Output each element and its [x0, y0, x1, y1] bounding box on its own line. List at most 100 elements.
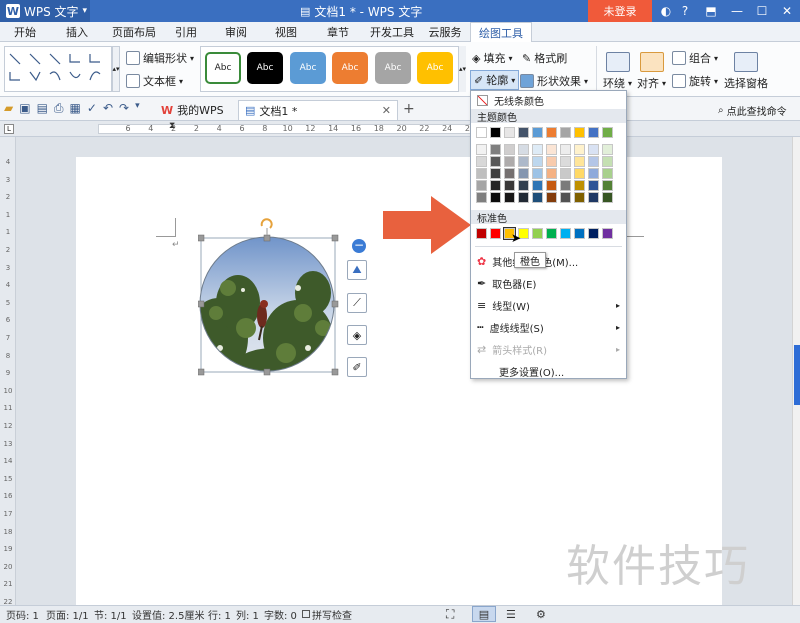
- tab-page-layout[interactable]: 页面布局: [104, 22, 164, 42]
- style-swatch-orange[interactable]: Abc: [332, 52, 368, 84]
- theme-color-swatch[interactable]: [602, 127, 613, 138]
- theme-color-swatch[interactable]: [588, 127, 599, 138]
- menu-item-line-style[interactable]: ≡ 线型(W) ▸: [471, 294, 626, 316]
- theme-color-swatch[interactable]: [518, 127, 529, 138]
- theme-color-swatch[interactable]: [518, 144, 529, 155]
- theme-color-swatch[interactable]: [518, 168, 529, 179]
- page-view-icon[interactable]: ▤: [472, 606, 496, 622]
- style-swatch-black[interactable]: Abc: [247, 52, 283, 84]
- theme-color-swatch[interactable]: [560, 168, 571, 179]
- theme-color-swatch[interactable]: [504, 180, 515, 191]
- theme-color-swatch[interactable]: [602, 168, 613, 179]
- theme-color-swatch[interactable]: [504, 156, 515, 167]
- outline-button[interactable]: ✐ 轮廓 ▾: [470, 70, 520, 90]
- tab-drawing-tools[interactable]: 绘图工具: [470, 22, 532, 42]
- group-button[interactable]: 组合 ▾: [672, 50, 718, 66]
- selected-picture-shape[interactable]: [198, 218, 348, 378]
- standard-color-swatch[interactable]: [476, 228, 487, 239]
- theme-color-swatch[interactable]: [504, 168, 515, 179]
- theme-color-swatch[interactable]: [518, 192, 529, 203]
- theme-color-swatch[interactable]: [560, 180, 571, 191]
- wrap-button[interactable]: 环绕 ▾: [603, 52, 632, 91]
- line-shapes-gallery[interactable]: [4, 46, 112, 92]
- theme-color-swatch[interactable]: [574, 144, 585, 155]
- theme-color-swatch[interactable]: [574, 168, 585, 179]
- theme-color-swatch[interactable]: [588, 192, 599, 203]
- web-view-icon[interactable]: ⚙: [536, 606, 546, 622]
- standard-color-swatch[interactable]: [602, 228, 613, 239]
- save-icon[interactable]: ▣: [19, 101, 30, 116]
- tab-developer[interactable]: 开发工具: [364, 22, 420, 42]
- shape-effect-button[interactable]: 形状效果 ▾: [520, 73, 588, 89]
- theme-color-swatch[interactable]: [560, 127, 571, 138]
- collapse-toolbar-icon[interactable]: −: [352, 239, 366, 253]
- theme-color-swatch[interactable]: [574, 180, 585, 191]
- text-box-button[interactable]: 文本框 ▾: [126, 73, 183, 89]
- style-swatch-gold[interactable]: Abc: [417, 52, 453, 84]
- indent-marker[interactable]: ⧗: [169, 121, 175, 131]
- tab-insert[interactable]: 插入: [54, 22, 100, 42]
- standard-color-swatch[interactable]: [490, 228, 501, 239]
- layout-options-button[interactable]: ⛰: [347, 260, 367, 280]
- close-button[interactable]: ✕: [775, 0, 799, 22]
- theme-color-swatch[interactable]: [602, 156, 613, 167]
- tab-cloud[interactable]: 云服务: [422, 22, 468, 42]
- scroll-thumb[interactable]: [794, 345, 800, 405]
- menu-item-dash-style[interactable]: ┅ 虚线线型(S) ▸: [471, 316, 626, 338]
- theme-color-swatch[interactable]: [560, 192, 571, 203]
- theme-color-swatch[interactable]: [518, 180, 529, 191]
- gallery-scroll[interactable]: ▴▾: [112, 46, 120, 92]
- theme-color-swatch[interactable]: [588, 144, 599, 155]
- maximize-button[interactable]: ☐: [750, 0, 774, 22]
- spellcheck-toggle[interactable]: 拼写检查: [302, 606, 352, 622]
- theme-color-swatch[interactable]: [574, 156, 585, 167]
- theme-color-swatch[interactable]: [560, 144, 571, 155]
- help-button[interactable]: ?: [675, 0, 695, 22]
- fill-shortcut-button[interactable]: ◈: [347, 325, 367, 345]
- theme-color-swatch[interactable]: [490, 144, 501, 155]
- menu-item-no-line[interactable]: 无线条颜色: [471, 91, 626, 109]
- print-icon[interactable]: ⎙: [54, 101, 64, 116]
- theme-color-swatch[interactable]: [546, 168, 557, 179]
- theme-color-swatch[interactable]: [532, 144, 543, 155]
- customize-toolbar-icon[interactable]: ▾: [135, 101, 140, 116]
- spellcheck-icon[interactable]: ✓: [87, 101, 97, 116]
- theme-color-swatch[interactable]: [588, 156, 599, 167]
- theme-color-swatch[interactable]: [476, 168, 487, 179]
- theme-color-swatch[interactable]: [490, 180, 501, 191]
- minimize-button[interactable]: —: [725, 0, 749, 22]
- crop-button[interactable]: ⟋: [347, 293, 367, 313]
- theme-color-swatch[interactable]: [602, 192, 613, 203]
- theme-color-swatch[interactable]: [476, 180, 487, 191]
- theme-color-swatch[interactable]: [560, 156, 571, 167]
- export-pdf-icon[interactable]: ▤: [37, 101, 48, 116]
- theme-color-swatch[interactable]: [476, 144, 487, 155]
- login-button[interactable]: 未登录: [588, 0, 652, 22]
- open-folder-icon[interactable]: ▰: [4, 101, 13, 116]
- rotate-button[interactable]: 旋转 ▾: [672, 73, 718, 89]
- theme-color-swatch[interactable]: [546, 180, 557, 191]
- undo-icon[interactable]: ↶: [103, 101, 113, 116]
- outline-view-icon[interactable]: ☰: [506, 606, 516, 622]
- outline-shortcut-button[interactable]: ✐: [347, 357, 367, 377]
- style-swatch-blue[interactable]: Abc: [290, 52, 326, 84]
- app-menu-button[interactable]: W WPS 文字 ▾: [0, 0, 90, 22]
- theme-color-swatch[interactable]: [490, 156, 501, 167]
- theme-color-swatch[interactable]: [574, 192, 585, 203]
- style-gallery-scroll[interactable]: ▴▾: [458, 46, 466, 92]
- theme-color-swatch[interactable]: [588, 180, 599, 191]
- close-icon[interactable]: ✕: [382, 104, 391, 117]
- tab-home[interactable]: 开始: [2, 22, 48, 42]
- theme-color-swatch[interactable]: [490, 192, 501, 203]
- standard-color-swatch[interactable]: [574, 228, 585, 239]
- theme-color-swatch[interactable]: [602, 180, 613, 191]
- menu-item-more-colors[interactable]: ✿ 其他线条颜色(M)...: [471, 250, 626, 272]
- theme-color-swatch[interactable]: [518, 156, 529, 167]
- theme-color-swatch[interactable]: [532, 192, 543, 203]
- print-preview-icon[interactable]: ▦: [70, 101, 81, 116]
- theme-color-swatch[interactable]: [504, 192, 515, 203]
- theme-color-swatch[interactable]: [546, 192, 557, 203]
- theme-color-swatch[interactable]: [532, 180, 543, 191]
- format-brush-button[interactable]: ✎ 格式刷: [522, 50, 567, 66]
- theme-color-swatch[interactable]: [588, 168, 599, 179]
